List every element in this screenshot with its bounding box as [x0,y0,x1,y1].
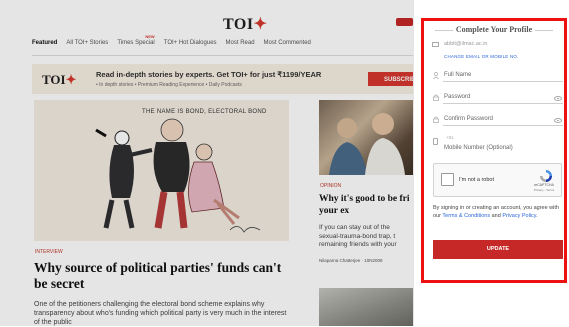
password-input[interactable]: Password [444,94,470,100]
nav-item-most-commented[interactable]: Most Commented [264,40,311,52]
toi-logo[interactable]: TOI✦ [223,14,267,34]
nav-item-hot-dialogues[interactable]: TOI+ Hot Dialogues [164,40,217,52]
confirm-lock-icon [433,116,439,123]
consent-suffix: . [536,212,538,219]
banner-title: Read in-depth stories by experts. Get TO… [96,70,322,79]
section-nav: Featured All TOI+ Stories Times Special N… [32,34,311,52]
mobile-number-input[interactable]: Mobile Number (Optional) [444,145,513,151]
consent-middle: and [490,212,503,219]
side-summary-line-3: remaining friends with your [319,241,397,248]
side-headline-line-2: your ex [319,206,350,216]
consent-text: By signing in or creating an account, yo… [433,205,563,220]
show-password-eye-icon[interactable] [554,96,562,101]
top-subscribe-chip[interactable] [396,18,413,26]
cartoon-image[interactable]: THE NAME IS BOND, ELECTORAL BOND [34,100,289,241]
recaptcha-terms[interactable]: Privacy - Terms [528,188,560,192]
title-rule-left [434,29,453,31]
confirm-password-input[interactable]: Confirm Password [444,116,493,122]
password-underline [443,103,563,104]
update-button[interactable]: UPDATE [433,240,563,259]
side-summary-line-2: sexual-trauma-bond trap, t [319,232,396,240]
recaptcha-widget: I'm not a robot reCAPTCHA Privacy - Term… [433,163,562,197]
subscribe-button[interactable]: SUBSCRIBE [368,72,416,86]
recaptcha-label: I'm not a robot [459,177,494,183]
new-badge: NEW [145,34,155,39]
email-value: abbit@ilmac.ac.in [444,41,488,47]
subscribe-banner: TOI✦ Read in-depth stories by experts. G… [32,64,416,94]
cartoon-illustration [95,118,261,233]
toi-plus-icon: ✦ [253,16,268,33]
article-summary: One of the petitioners challenging the e… [34,301,287,326]
nav-item-most-read[interactable]: Most Read [226,40,255,52]
article-headline[interactable]: Why source of political parties' funds c… [34,260,294,292]
side-article-photo[interactable] [319,100,413,175]
country-code: +91 [446,135,454,140]
side-article-author: Nilaparna Chatterjee · 10N2008 [319,258,383,263]
banner-logo-text: TOI [42,72,66,87]
confirm-password-underline [443,125,563,126]
banner-plus-icon: ✦ [65,72,77,87]
recaptcha-checkbox[interactable] [441,173,454,186]
toi-logo-text: TOI [223,16,254,33]
panel-title-text: Complete Your Profile [455,25,533,34]
side-article-headline[interactable]: Why it's good to be fri your ex [319,193,413,217]
nav-item-times-special[interactable]: Times Special NEW [117,34,155,52]
user-icon [433,72,439,80]
recaptcha-brand: reCAPTCHA [534,183,554,187]
show-confirm-password-eye-icon[interactable] [554,118,562,123]
side-article-kicker: OPINION [320,183,342,189]
nav-divider [32,55,413,56]
article-kicker: INTERVIEW [35,249,63,255]
side-headline-line-1: Why it's good to be fri [319,194,410,204]
privacy-policy-link[interactable]: Privacy Policy [502,213,536,219]
change-email-link[interactable]: CHANGE EMAIL OR MOBILE NO. [444,54,519,59]
side-article-photo-2[interactable] [319,288,413,326]
nav-item-times-special-label: Times Special [117,40,155,46]
full-name-input[interactable]: Full Name [444,72,471,78]
panel-title: Complete Your Profile [428,25,560,34]
nav-item-all-stories[interactable]: All TOI+ Stories [66,40,108,52]
lock-icon [433,94,439,101]
title-rule-right [535,29,554,31]
mobile-phone-icon [433,138,438,145]
side-summary-line-1: If you can stay out of the [319,224,390,231]
recaptcha-logo-icon [540,170,552,182]
full-name-underline [443,81,563,82]
mail-icon [432,42,439,47]
banner-toi-logo: TOI✦ [42,72,77,88]
people-photo [329,113,405,175]
banner-features: • In depth stories • Premium Reading Exp… [96,82,242,88]
side-article-summary: If you can stay out of the sexual-trauma… [319,224,413,250]
cartoon-caption: THE NAME IS BOND, ELECTORAL BOND [142,109,267,115]
nav-item-featured[interactable]: Featured [32,40,57,52]
terms-link[interactable]: Terms & Conditions [442,213,490,219]
